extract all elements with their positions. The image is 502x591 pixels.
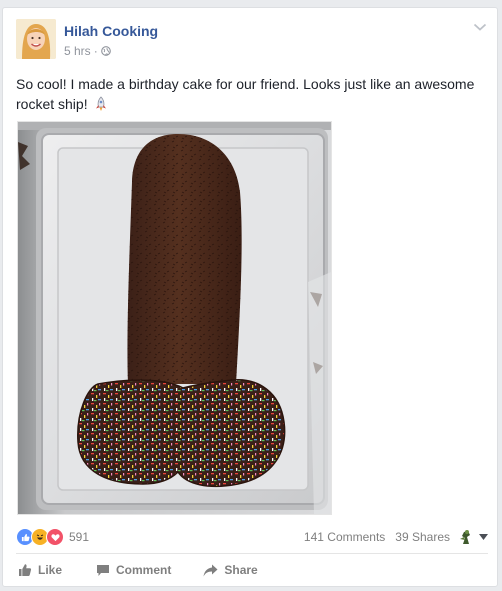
globe-icon[interactable]	[100, 46, 111, 56]
share-button-label: Share	[224, 563, 258, 577]
post-meta: 5 hrs ·	[64, 44, 111, 58]
author-name[interactable]: Hilah Cooking	[64, 23, 158, 39]
comments-count-link[interactable]: 141 Comments	[304, 530, 385, 544]
post-photo[interactable]	[17, 121, 332, 515]
like-button[interactable]: Like	[18, 563, 62, 577]
author-avatar[interactable]	[16, 19, 56, 59]
sharer-dropdown-chevron-icon[interactable]	[479, 534, 488, 540]
share-button[interactable]: Share	[203, 563, 258, 577]
shares-count-link[interactable]: 39 Shares	[395, 530, 450, 544]
rocket-icon	[96, 96, 107, 111]
actions-divider	[16, 553, 488, 554]
comment-button[interactable]: Comment	[96, 563, 171, 577]
post-actions: Like Comment Share	[16, 560, 488, 580]
meta-separator: ·	[93, 44, 98, 58]
post-message-text: So cool! I made a birthday cake for our …	[16, 76, 475, 112]
post-stats-bar: 591 141 Comments 39 Shares	[16, 528, 488, 546]
reaction-count[interactable]: 591	[69, 530, 89, 544]
post-card: Hilah Cooking 5 hrs · So cool! I made a …	[2, 7, 498, 587]
post-options-chevron-icon[interactable]	[473, 22, 487, 32]
like-button-label: Like	[38, 563, 63, 577]
page-avatar-icon[interactable]	[458, 529, 474, 545]
post-time[interactable]: 5 hrs	[64, 44, 91, 58]
post-message: So cool! I made a birthday cake for our …	[16, 74, 486, 114]
comment-icon	[97, 564, 110, 576]
comment-button-label: Comment	[116, 563, 172, 577]
thumbs-up-icon	[19, 564, 32, 576]
share-arrow-icon	[203, 564, 218, 576]
reactions-summary[interactable]: 591	[16, 528, 89, 546]
love-reaction-icon	[46, 528, 64, 546]
